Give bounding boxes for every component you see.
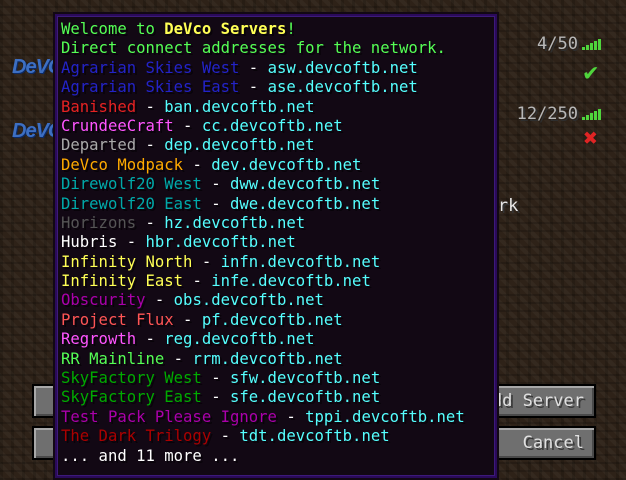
server-address-entry: Obscurity - obs.devcoftb.net	[61, 291, 495, 310]
separator: -	[239, 78, 268, 97]
server-address-entry: DeVco Modpack - dev.devcoftb.net	[61, 156, 495, 175]
server-address-entry: Infinity East - infe.devcoftb.net	[61, 272, 495, 291]
separator: -	[276, 407, 306, 426]
separator: -	[211, 427, 240, 446]
server-address: sfe.devcoftb.net	[230, 388, 381, 407]
server-tooltip: Welcome to DeVco Servers! Direct connect…	[55, 14, 497, 478]
separator: -	[117, 233, 146, 252]
server-address: dwe.devcoftb.net	[230, 194, 381, 213]
player-count: 12/250	[516, 104, 578, 124]
server-address: dep.devcoftb.net	[164, 136, 315, 155]
server-address-entry: Horizons - hz.devcoftb.net	[61, 214, 495, 233]
separator: -	[136, 213, 165, 232]
more-servers-text: ... and 11 more ...	[61, 446, 240, 465]
server-name: Departed	[61, 136, 137, 155]
separator: -	[183, 272, 212, 291]
separator: -	[201, 194, 230, 213]
server-name: Agrarian Skies West	[61, 58, 240, 77]
separator: -	[173, 116, 202, 135]
server-address-entry: RR Mainline - rrm.devcoftb.net	[61, 350, 495, 369]
server-name: Banished	[61, 97, 137, 116]
server-address-entry: Hubris - hbr.devcoftb.net	[61, 233, 495, 252]
separator: -	[145, 291, 174, 310]
server-name: The Dark Trilogy	[61, 427, 212, 446]
brand-name: DeVco Servers	[164, 20, 287, 38]
server-name: CrundeeCraft	[61, 116, 174, 135]
server-name: SkyFactory East	[61, 388, 202, 407]
server-address-entry: Departed - dep.devcoftb.net	[61, 136, 495, 155]
server-address: sfw.devcoftb.net	[230, 369, 381, 388]
server-address-entry: Banished - ban.devcoftb.net	[61, 98, 495, 117]
separator: -	[173, 310, 202, 329]
cross-icon: ✖	[583, 124, 598, 152]
server-address: rrm.devcoftb.net	[192, 349, 343, 368]
server-name: Direwolf20 East	[61, 194, 202, 213]
server-address: asw.devcoftb.net	[267, 58, 418, 77]
server-name: Agrarian Skies East	[61, 78, 240, 97]
separator: -	[239, 58, 268, 77]
server-name: Project Flux	[61, 310, 174, 329]
server-name: Infinity North	[61, 252, 193, 271]
server-address-entry: Project Flux - pf.devcoftb.net	[61, 311, 495, 330]
server-address: dww.devcoftb.net	[230, 175, 381, 194]
separator: -	[164, 349, 193, 368]
server-address: hbr.devcoftb.net	[145, 233, 296, 252]
server-address-entry: CrundeeCraft - cc.devcoftb.net	[61, 117, 495, 136]
separator: -	[136, 330, 165, 349]
server-address: infe.devcoftb.net	[211, 272, 371, 291]
server-address-entry: Direwolf20 West - dww.devcoftb.net	[61, 175, 495, 194]
server-address-entry: SkyFactory West - sfw.devcoftb.net	[61, 369, 495, 388]
server-address-entry: Regrowth - reg.devcoftb.net	[61, 330, 495, 349]
server-name: RR Mainline	[61, 349, 165, 368]
server-name: Infinity East	[61, 272, 184, 291]
separator: -	[201, 175, 230, 194]
server-address-entry: Agrarian Skies East - ase.devcoftb.net	[61, 78, 495, 97]
server-address: hz.devcoftb.net	[164, 213, 306, 232]
server-name: Obscurity	[61, 291, 146, 310]
server-name: DeVco Modpack	[61, 155, 184, 174]
tooltip-title: Welcome to DeVco Servers!	[61, 20, 296, 38]
server-address: pf.devcoftb.net	[201, 310, 343, 329]
server-address: cc.devcoftb.net	[201, 116, 343, 135]
server-address: obs.devcoftb.net	[173, 291, 324, 310]
separator: -	[192, 252, 221, 271]
server-address-entry: Test Pack Please Ignore - tppi.devcoftb.…	[61, 408, 495, 427]
server-address-entry: The Dark Trilogy - tdt.devcoftb.net	[61, 427, 495, 446]
separator: -	[201, 388, 230, 407]
check-icon: ✔	[583, 58, 598, 86]
server-address: ban.devcoftb.net	[164, 97, 315, 116]
server-address-entry: SkyFactory East - sfe.devcoftb.net	[61, 388, 495, 407]
server-address-entry: Infinity North - infn.devcoftb.net	[61, 253, 495, 272]
server-address: tdt.devcoftb.net	[239, 427, 390, 446]
server-name: Direwolf20 West	[61, 175, 202, 194]
server-name: Horizons	[61, 213, 137, 232]
server-address: dev.devcoftb.net	[211, 155, 362, 174]
player-count: 4/50	[537, 34, 578, 54]
server-name: Hubris	[61, 233, 118, 252]
server-name: Test Pack Please Ignore	[61, 407, 277, 426]
server-address: reg.devcoftb.net	[164, 330, 315, 349]
separator: -	[136, 136, 165, 155]
server-address-list: Agrarian Skies West - asw.devcoftb.net Ag…	[61, 59, 495, 447]
server-address: infn.devcoftb.net	[220, 252, 381, 271]
separator: -	[183, 155, 212, 174]
signal-bars-icon	[582, 108, 601, 120]
tooltip-subtitle: Direct connect addresses for the network…	[61, 39, 446, 58]
server-address-entry: Agrarian Skies West - asw.devcoftb.net	[61, 59, 495, 78]
server-address-entry: Direwolf20 East - dwe.devcoftb.net	[61, 195, 495, 214]
separator: -	[136, 97, 165, 116]
devco-logo-icon: DeVC	[12, 120, 62, 142]
signal-bars-icon	[582, 38, 601, 50]
server-address: tppi.devcoftb.net	[305, 407, 465, 426]
server-name: Regrowth	[61, 330, 137, 349]
server-address: ase.devcoftb.net	[267, 78, 418, 97]
separator: -	[201, 369, 230, 388]
server-name: SkyFactory West	[61, 369, 202, 388]
devco-logo-icon: DeVC	[12, 56, 62, 78]
